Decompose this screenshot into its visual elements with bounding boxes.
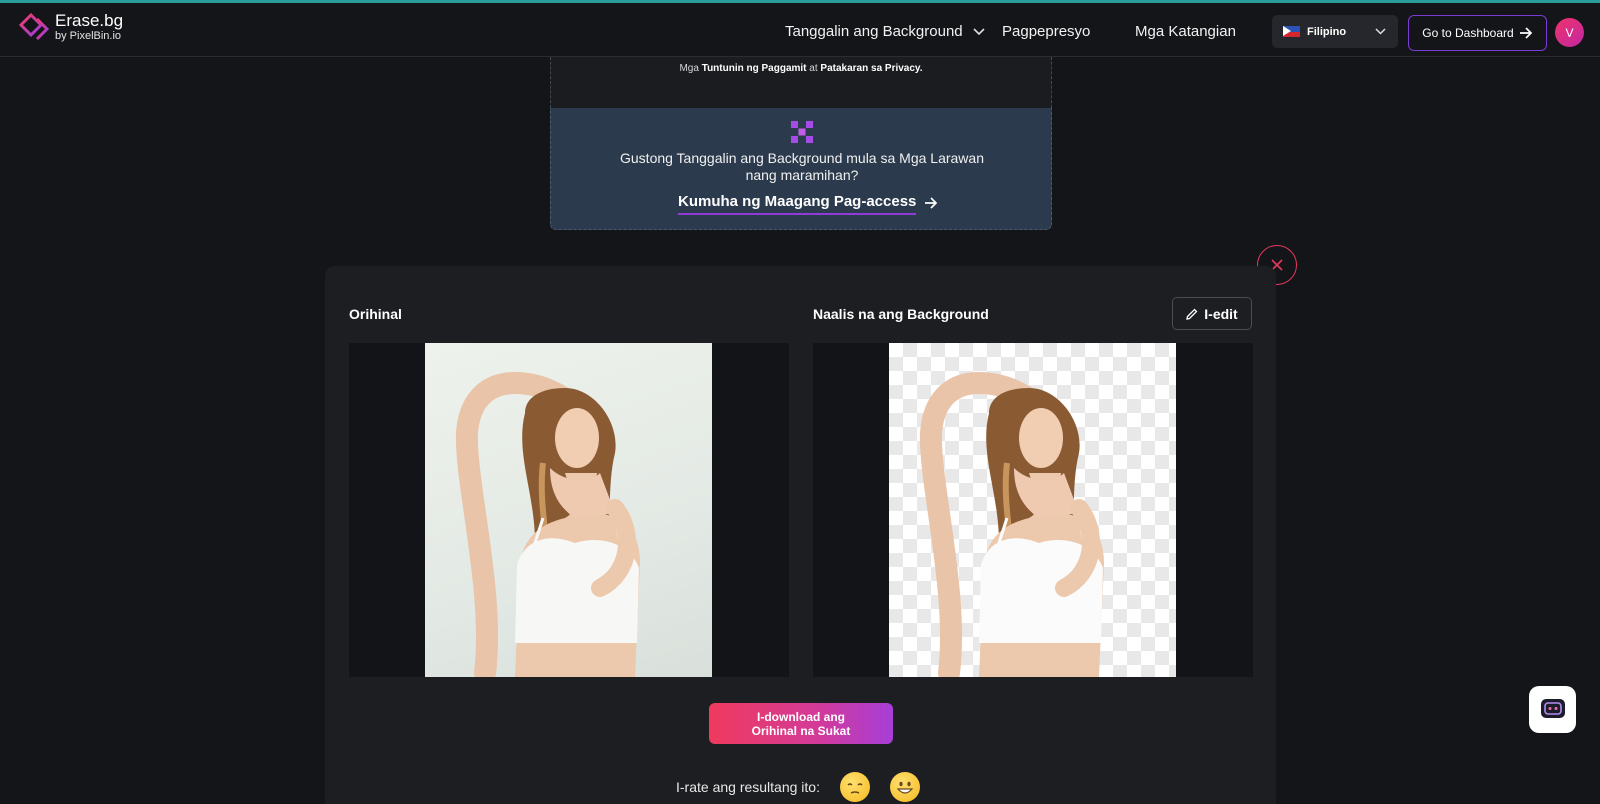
grinning-emoji-icon[interactable] (889, 772, 920, 802)
edit-button[interactable]: I-edit (1172, 297, 1252, 330)
edit-button-label: I-edit (1204, 305, 1238, 322)
early-access-label: Kumuha ng Maagang Pag-access (678, 193, 917, 215)
user-avatar[interactable]: V (1555, 18, 1584, 47)
chevron-down-icon (1375, 28, 1386, 35)
arrow-right-icon (925, 196, 938, 209)
background-removed-image-frame (813, 343, 1253, 677)
download-button-label: I-download ang Orihinal na Sukat (751, 709, 851, 738)
background-removed-photo (889, 343, 1176, 677)
unamused-emoji-icon[interactable] (839, 772, 870, 802)
privacy-policy-link[interactable]: Patakaran sa Privacy. (820, 63, 922, 74)
terms-prefix: Mga (679, 63, 699, 74)
philippines-flag-icon (1283, 26, 1300, 37)
nav-remove-background-label: Tanggalin ang Background (785, 23, 963, 40)
chat-icon (1540, 698, 1565, 718)
bulk-removal-promo: Gustong Tanggalin ang Background mula sa… (550, 108, 1052, 230)
bulk-grid-icon (791, 121, 813, 143)
pencil-icon (1186, 308, 1198, 320)
rating-row: I-rate ang resultang ito: (676, 772, 920, 802)
nav-pricing-label: Pagpepresyo (1002, 23, 1091, 40)
brand-logo[interactable]: Erase.bg by PixelBin.io (19, 12, 123, 42)
result-panel: Orihinal Naalis na ang Background I-edit (325, 266, 1276, 804)
language-select[interactable]: Filipino (1272, 15, 1398, 48)
rate-label: I-rate ang resultang ito: (676, 779, 820, 795)
nav-remove-background[interactable]: Tanggalin ang Background (785, 23, 985, 40)
chevron-down-icon (973, 27, 985, 35)
terms-of-use-link[interactable]: Tuntunin ng Paggamit (702, 63, 807, 74)
brand-title: Erase.bg (55, 11, 124, 30)
logo-mark-icon (19, 13, 50, 41)
nav-features[interactable]: Mga Katangian (1135, 23, 1236, 40)
download-original-size-button[interactable]: I-download ang Orihinal na Sukat (709, 703, 893, 744)
early-access-link[interactable]: Kumuha ng Maagang Pag-access (678, 193, 938, 215)
bulk-removal-text: Gustong Tanggalin ang Background mula sa… (620, 150, 984, 183)
nav-pricing[interactable]: Pagpepresyo (1002, 23, 1090, 40)
original-photo (425, 343, 712, 677)
go-to-dashboard-button[interactable]: Go to Dashboard (1408, 15, 1547, 51)
background-removed-label: Naalis na ang Background (813, 306, 989, 322)
top-navbar: Erase.bg by PixelBin.io Tanggalin ang Ba… (0, 0, 1600, 57)
terms-and: at (809, 63, 818, 74)
terms-notice: Mga Tuntunin ng Paggamit at Patakaran sa… (551, 63, 1051, 74)
dashboard-button-label: Go to Dashboard (1422, 26, 1514, 40)
nav-features-label: Mga Katangian (1135, 23, 1236, 40)
original-label: Orihinal (349, 306, 402, 322)
upload-card: Mga Tuntunin ng Paggamit at Patakaran sa… (550, 57, 1052, 108)
original-image-frame (349, 343, 789, 677)
language-label: Filipino (1307, 25, 1347, 38)
chat-support-button[interactable] (1529, 686, 1576, 733)
avatar-initial: V (1565, 25, 1574, 40)
arrow-right-icon (1519, 27, 1532, 39)
brand-subtitle: by PixelBin.io (55, 30, 122, 42)
